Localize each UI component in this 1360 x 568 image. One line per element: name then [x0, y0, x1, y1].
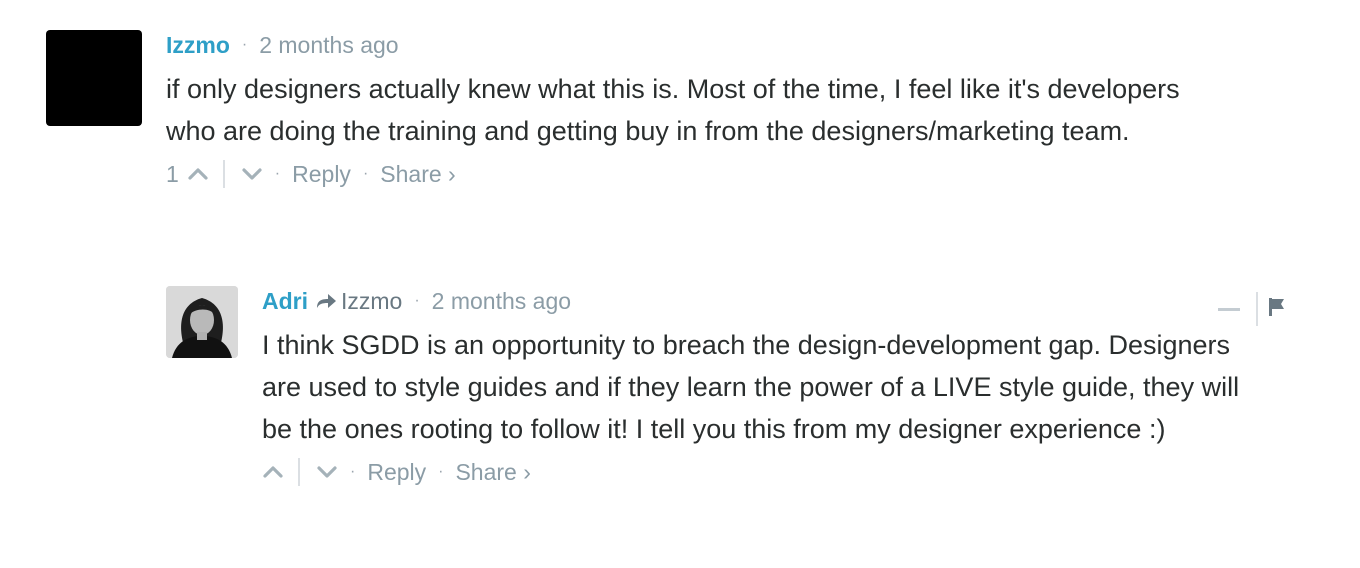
- flag-button[interactable]: [1268, 297, 1286, 322]
- comment-text: I think SGDD is an opportunity to breach…: [262, 330, 1240, 444]
- comment-tools: [1218, 292, 1286, 326]
- flag-icon: [1269, 297, 1284, 316]
- vote-divider: [298, 458, 300, 486]
- tool-divider: [1256, 292, 1258, 326]
- author-name[interactable]: Adri: [262, 288, 308, 315]
- comment-body: Adri Izzmo · 2 months ago I think SGDD i…: [262, 286, 1272, 492]
- separator-dot: ·: [241, 36, 248, 53]
- reply-button[interactable]: Reply: [367, 459, 426, 486]
- chevron-down-icon: [242, 168, 262, 180]
- reply-button[interactable]: Reply: [292, 161, 351, 188]
- collapse-button[interactable]: [1218, 300, 1240, 318]
- timestamp[interactable]: 2 months ago: [259, 32, 398, 59]
- separator-dot: ·: [350, 463, 356, 480]
- separator-dot: ·: [362, 165, 369, 182]
- avatar[interactable]: [166, 286, 238, 358]
- comment-header: Adri Izzmo · 2 months ago: [262, 286, 1272, 316]
- downvote-button[interactable]: [316, 465, 338, 479]
- timestamp[interactable]: 2 months ago: [432, 288, 571, 315]
- chevron-up-icon: [263, 466, 283, 478]
- comment-body: Izzmo · 2 months ago if only designers a…: [166, 30, 1226, 194]
- avatar[interactable]: [46, 30, 142, 126]
- separator-dot: ·: [414, 292, 420, 309]
- separator-dot: ·: [438, 463, 444, 480]
- minus-icon: [1218, 308, 1240, 311]
- author-name[interactable]: Izzmo: [166, 32, 230, 59]
- vote-count: 1: [166, 160, 179, 187]
- vote-divider: [222, 160, 225, 188]
- chevron-up-icon: [188, 168, 208, 180]
- share-button[interactable]: Share ›: [380, 161, 455, 188]
- reply-arrow-icon: [315, 292, 337, 310]
- separator-dot: ·: [274, 165, 281, 182]
- in-reply-to-link[interactable]: Izzmo: [341, 288, 402, 315]
- chevron-down-icon: [317, 466, 337, 478]
- upvote-button[interactable]: [187, 167, 209, 181]
- comment-footer: 1 · Reply · Share ›: [166, 154, 1226, 194]
- comment-text: if only designers actually knew what thi…: [166, 74, 1180, 146]
- comment-footer: · Reply · Share ›: [262, 452, 1272, 492]
- downvote-button[interactable]: [241, 167, 263, 181]
- avatar-portrait-image: [166, 286, 238, 358]
- share-button[interactable]: Share ›: [455, 459, 530, 486]
- comment-header: Izzmo · 2 months ago: [166, 30, 1226, 60]
- upvote-button[interactable]: [262, 465, 284, 479]
